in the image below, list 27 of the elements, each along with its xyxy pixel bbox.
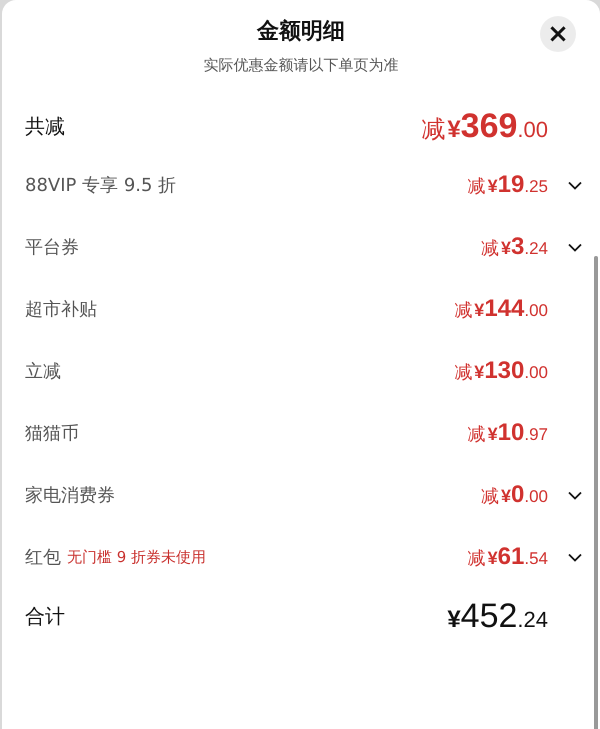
discount-amount: 减¥10.97	[468, 419, 548, 447]
discount-label: 立减	[25, 360, 61, 383]
total-label: 合计	[25, 602, 65, 630]
discount-label: 家电消费券	[25, 484, 115, 507]
total-discount-label: 共减	[25, 112, 65, 140]
discount-label: 超市补贴	[25, 298, 97, 321]
chevron-down-icon[interactable]	[568, 180, 582, 190]
discount-amount: 减¥0.00	[480, 481, 548, 509]
discount-amount: 减¥3.24	[480, 233, 548, 261]
discount-label: 88VIP 专享 9.5 折	[25, 174, 176, 197]
chevron-down-icon[interactable]	[568, 490, 582, 500]
discount-amount: 减¥144.00	[454, 295, 548, 323]
total-discount-amount: 减¥369.00	[421, 106, 548, 146]
sheet-title: 金额明细	[257, 18, 345, 46]
sheet-subtitle: 实际优惠金额请以下单页为准	[204, 55, 398, 76]
chevron-down-icon[interactable]	[568, 552, 582, 562]
discount-amount: 减¥130.00	[454, 357, 548, 385]
discount-label: 红包	[25, 546, 61, 569]
scrollbar[interactable]	[594, 256, 598, 729]
discount-label: 猫猫币	[25, 422, 79, 445]
discount-label: 平台券	[25, 236, 79, 259]
total-amount: ¥452.24	[447, 596, 548, 636]
discount-amount: 减¥19.25	[468, 171, 548, 199]
chevron-down-icon[interactable]	[568, 242, 582, 252]
discount-amount: 减¥61.54	[468, 543, 548, 571]
coupon-note: 无门槛 9 折券未使用	[67, 548, 206, 566]
close-button[interactable]: ×	[540, 16, 576, 52]
